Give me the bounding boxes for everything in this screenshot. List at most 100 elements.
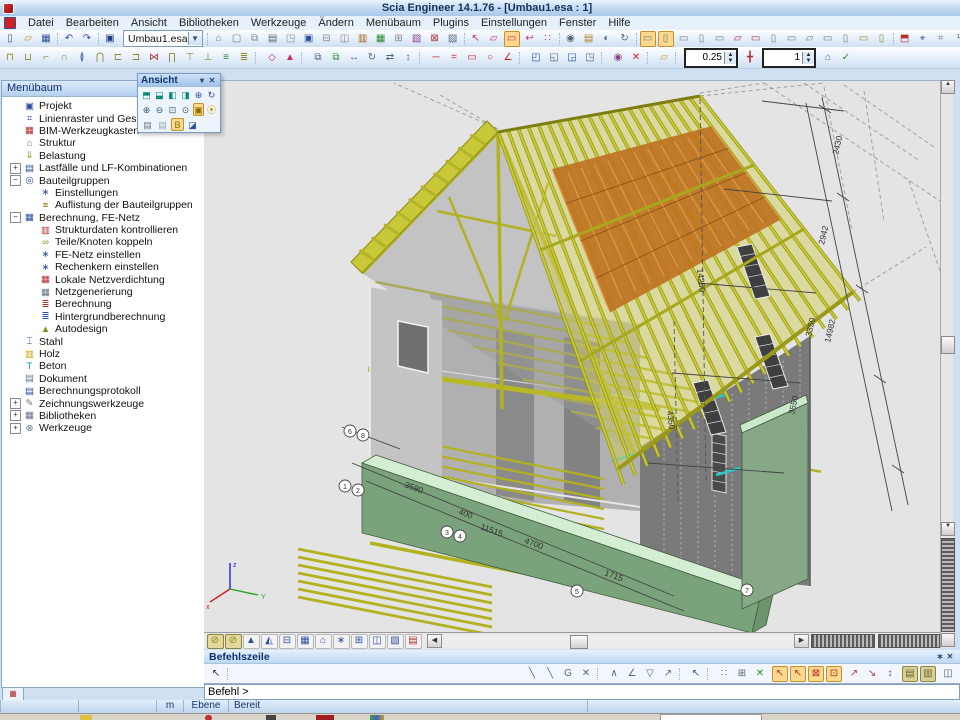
snap-edges-icon[interactable]: ↖ — [790, 666, 806, 682]
activity-refresh-icon[interactable]: ↻ — [617, 31, 633, 47]
saved-view-2-icon[interactable]: ▤ — [156, 118, 169, 131]
tree-item-strukturdaten-kontrollieren[interactable]: ▥Strukturdaten kontrollieren — [6, 224, 204, 236]
tree-item-berechnung-fe-netz[interactable]: −▦Berechnung, FE-Netz — [6, 212, 204, 224]
menu-bibliotheken[interactable]: Bibliotheken — [173, 16, 245, 30]
view-loads-icon[interactable]: ▱ — [802, 31, 818, 47]
clip-below-icon[interactable]: ⊘ — [225, 634, 242, 649]
tree-item-struktur[interactable]: ⌂Struktur — [6, 137, 204, 149]
tree-item-stahl[interactable]: ⌶Stahl — [6, 335, 204, 347]
view-dimensions-icon[interactable]: ▯ — [838, 31, 854, 47]
track-length-icon[interactable]: ↕ — [882, 666, 898, 682]
workspace-icon[interactable]: ▣ — [102, 31, 118, 47]
count-spinner[interactable]: 1 ▲▼ — [762, 48, 816, 68]
table-editor-icon[interactable]: ▤ — [265, 31, 281, 47]
shade-mode-icon[interactable]: ▦ — [297, 634, 314, 649]
check-structure-icon[interactable]: ✓ — [838, 50, 854, 66]
export-view-icon[interactable]: ▧ — [387, 634, 404, 649]
snap-off-icon[interactable]: ✕ — [578, 666, 594, 682]
count-spinner-arrows[interactable]: ▲▼ — [802, 52, 814, 64]
tree-expander-icon[interactable]: + — [10, 410, 21, 421]
multicopy-icon[interactable]: ⧉ — [328, 50, 344, 66]
view-dot-icon[interactable]: ▭ — [640, 31, 656, 47]
picture-gallery-icon[interactable]: ⊟ — [319, 31, 335, 47]
save-icon[interactable]: ▦ — [38, 31, 54, 47]
cursor-snap-icon[interactable]: ↖ — [688, 666, 704, 682]
snap-tangent-icon[interactable]: ▽ — [642, 666, 658, 682]
shell-icon[interactable]: ≬ — [74, 50, 90, 66]
report-icon[interactable]: ▨ — [445, 31, 461, 47]
view-top-icon[interactable]: ▲ — [243, 634, 260, 649]
gallery-icon[interactable]: ▣ — [301, 31, 317, 47]
vscroll-corner[interactable] — [941, 633, 955, 647]
track-polar-icon[interactable]: ↗ — [846, 666, 862, 682]
scale-isolines-icon[interactable]: ╋ — [742, 50, 758, 66]
viewport[interactable]: 2430 2942 3350 3550 14982 3590 400 11515… — [204, 80, 940, 633]
angle-mode-icon[interactable]: ▥ — [920, 666, 936, 682]
tree-item-hintergrundberechnung[interactable]: ≣Hintergrundberechnung — [6, 311, 204, 323]
light-icon[interactable]: ⦿ — [206, 103, 217, 116]
truss-icon[interactable]: ⋈ — [146, 50, 162, 66]
menu-bearbeiten[interactable]: Bearbeiten — [60, 16, 125, 30]
cross-section-icon[interactable]: ≣ — [236, 50, 252, 66]
hscroll-right-icon[interactable]: ▶ — [794, 634, 809, 648]
vscroll-down-icon[interactable]: ▼ — [941, 522, 955, 536]
rotate-view-icon[interactable]: ↻ — [206, 88, 217, 101]
paste-props-icon[interactable]: ◰ — [528, 50, 544, 66]
view-wireframe-icon[interactable]: ▯ — [694, 31, 710, 47]
snap-nodes-icon[interactable]: ↖ — [772, 666, 788, 682]
select-poly-icon[interactable]: ▱ — [486, 31, 502, 47]
numbering-icon[interactable]: ¹ — [951, 31, 960, 47]
view-z-icon[interactable]: ◧ — [167, 88, 178, 101]
vscroll-thumb[interactable] — [941, 336, 955, 354]
image-export-icon[interactable]: ⊠ — [427, 31, 443, 47]
move-icon[interactable]: ↔ — [346, 50, 362, 66]
activity-toggle-icon[interactable]: ◐ — [599, 31, 615, 47]
draw-parallel-icon[interactable]: = — [446, 50, 462, 66]
snap-ortho-icon[interactable]: ∠ — [624, 666, 640, 682]
tree-item-belastung[interactable]: ⇓Belastung — [6, 150, 204, 162]
redo-icon[interactable]: ↷ — [79, 31, 95, 47]
snap-mid-icon[interactable]: G — [560, 666, 576, 682]
rotate-wheel-horizontal[interactable] — [878, 634, 942, 648]
delete-icon[interactable]: ✕ — [628, 50, 644, 66]
tree-item-berechnungsprotokoll[interactable]: ▤Berechnungsprotokoll — [6, 385, 204, 397]
mirror-icon[interactable]: ⇄ — [382, 50, 398, 66]
vscroll[interactable]: ▲ ▼ — [940, 80, 953, 648]
project-settings-icon[interactable]: ⌂ — [211, 31, 227, 47]
line-grid-icon[interactable]: ⊞ — [734, 666, 750, 682]
snap-end-icon[interactable]: ╲ — [542, 666, 558, 682]
menu-datei[interactable]: Datei — [22, 16, 60, 30]
tree-item-teile-knoten-koppeln[interactable]: ∞Teile/Knoten koppeln — [6, 236, 204, 248]
menu-werkzeuge[interactable]: Werkzeuge — [245, 16, 312, 30]
view-model-data-icon[interactable]: ▯ — [766, 31, 782, 47]
view-local-axes-icon[interactable]: ▱ — [730, 31, 746, 47]
zoom-in-icon[interactable]: ⊕ — [141, 103, 152, 116]
subregion-icon[interactable]: ⊏ — [110, 50, 126, 66]
tree-item-netzgenerierung[interactable]: ▦Netzgenerierung — [6, 286, 204, 298]
menu-men-baum[interactable]: Menübaum — [360, 16, 427, 30]
menu-plugins[interactable]: Plugins — [427, 16, 475, 30]
view-y-icon[interactable]: ⬓ — [154, 88, 165, 101]
support-icon[interactable]: ▲ — [282, 50, 298, 66]
tree-item-fe-netz-einstellen[interactable]: ∗FE-Netz einstellen — [6, 249, 204, 261]
clipboard-icon[interactable]: ◳ — [283, 31, 299, 47]
rotate-wheel-vertical[interactable] — [941, 538, 955, 632]
opening-icon[interactable]: ⋂ — [92, 50, 108, 66]
copy-add-icon[interactable]: ◱ — [546, 50, 562, 66]
last-point-icon[interactable]: ◫ — [940, 666, 956, 682]
pan-wheel-horizontal[interactable] — [811, 634, 875, 648]
title-bar[interactable]: Scia Engineer 14.1.76 - [Umbau1.esa : 1] — [0, 0, 960, 16]
coords-info-icon[interactable]: ⌗ — [933, 31, 949, 47]
tree-expander-icon[interactable]: − — [10, 212, 21, 223]
view-regen-icon[interactable]: ▯ — [874, 31, 890, 47]
view-labels-icon[interactable]: ▭ — [748, 31, 764, 47]
load-panel-icon[interactable]: ≡ — [218, 50, 234, 66]
saved-view-1-icon[interactable]: ▤ — [141, 118, 154, 131]
zoom-out-icon[interactable]: ⊖ — [154, 103, 165, 116]
perspective-icon[interactable]: ⌂ — [315, 634, 332, 649]
select-previous-icon[interactable]: ↩ — [522, 31, 538, 47]
view-load-labels-icon[interactable]: ▭ — [820, 31, 836, 47]
draw-rectangle-icon[interactable]: ▭ — [464, 50, 480, 66]
purlin-icon[interactable]: ∏ — [164, 50, 180, 66]
dot-grid-icon[interactable]: ∷ — [716, 666, 732, 682]
